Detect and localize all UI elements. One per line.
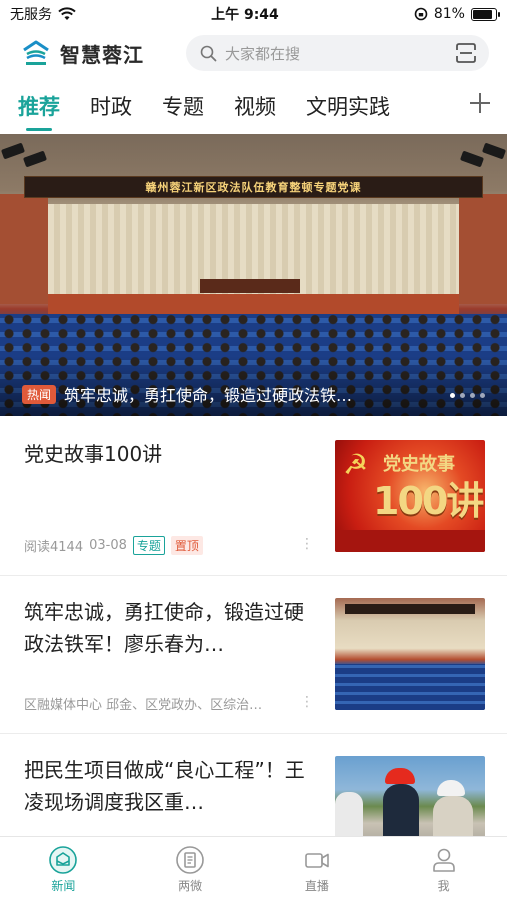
status-right: 81% bbox=[414, 6, 500, 22]
tab-video[interactable]: 视频 bbox=[234, 91, 276, 121]
nav-me[interactable]: 我 bbox=[380, 837, 507, 900]
battery-percent: 81% bbox=[433, 6, 465, 22]
article-date: 03-08 bbox=[89, 538, 127, 553]
orientation-lock-icon bbox=[414, 7, 428, 21]
search-bar[interactable]: 大家都在搜 bbox=[186, 35, 489, 71]
bottom-nav: 新闻 两微 直播 我 bbox=[0, 836, 507, 900]
more-dots-icon[interactable]: ⋮ bbox=[300, 536, 314, 552]
thumbnail-title: 100讲 bbox=[373, 479, 484, 523]
article-meta: 区融媒体中心 邱金、区党政办、区综治… bbox=[24, 694, 262, 713]
banner-hall-banner: 赣州蓉江新区政法队伍教育整顿专题党课 bbox=[24, 176, 483, 198]
news-icon bbox=[49, 846, 78, 874]
battery-icon bbox=[470, 7, 500, 21]
app-page: 无服务 上午 9:44 81% 智慧蓉江 大家都在搜 推荐 时政 专题 视频 文… bbox=[0, 0, 507, 900]
battery-fill bbox=[472, 9, 493, 19]
banner-wall-left bbox=[0, 194, 48, 304]
thumbnail-hardhat bbox=[385, 768, 415, 784]
list-item[interactable]: 党史故事100讲 阅读4144 03-08 专题 置顶 ⋮ ☭ 党史故事 100… bbox=[0, 418, 507, 576]
article-list: 党史故事100讲 阅读4144 03-08 专题 置顶 ⋮ ☭ 党史故事 100… bbox=[0, 418, 507, 892]
video-camera-icon bbox=[305, 853, 329, 868]
read-count: 阅读4144 bbox=[24, 540, 84, 555]
thumbnail-wall bbox=[335, 530, 485, 552]
tab-politics[interactable]: 时政 bbox=[90, 91, 132, 121]
nav-live[interactable]: 直播 bbox=[254, 837, 381, 900]
wifi-icon bbox=[58, 7, 76, 20]
plus-icon[interactable] bbox=[465, 88, 495, 118]
search-placeholder: 大家都在搜 bbox=[225, 44, 301, 63]
app-logo[interactable]: 智慧蓉江 bbox=[20, 37, 170, 69]
thumbnail-hardhat bbox=[437, 780, 465, 796]
logo-icon bbox=[23, 40, 49, 65]
list-item[interactable]: 筑牢忠诚，勇扛使命，锻造过硬政法铁军！廖乐春为… 区融媒体中心 邱金、区党政办、… bbox=[0, 576, 507, 734]
carrier-text: 无服务 bbox=[10, 7, 52, 23]
status-bar: 无服务 上午 9:44 81% bbox=[0, 0, 507, 28]
pinned-tag: 置顶 bbox=[170, 536, 203, 555]
hero-banner[interactable]: 赣州蓉江新区政法队伍教育整顿专题党课 热闻 筑牢忠诚，勇扛使命，锻造过硬政法铁… bbox=[0, 134, 507, 416]
hammer-sickle-icon: ☭ bbox=[343, 448, 369, 481]
nav-label: 直播 bbox=[304, 879, 329, 893]
channel-tabs: 推荐 时政 专题 视频 文明实践 bbox=[0, 78, 507, 134]
carousel-dot[interactable] bbox=[450, 393, 455, 398]
more-dots-icon[interactable]: ⋮ bbox=[300, 694, 314, 710]
carousel-dot[interactable] bbox=[480, 393, 485, 398]
person-icon bbox=[432, 848, 455, 872]
article-source: 区融媒体中心 邱金、区党政办、区综治… bbox=[24, 698, 263, 713]
nav-label: 我 bbox=[437, 879, 450, 893]
top-header: 智慧蓉江 大家都在搜 bbox=[0, 28, 507, 78]
banner-podium bbox=[200, 279, 300, 293]
banner-lights-left bbox=[0, 142, 60, 174]
status-time: 上午 9:44 bbox=[211, 7, 279, 23]
scan-icon[interactable] bbox=[455, 43, 477, 63]
article-title: 把民生项目做成“良心工程”！王凌现场调度我区重… bbox=[24, 758, 305, 814]
article-thumbnail: ☭ 党史故事 100讲 bbox=[335, 440, 485, 552]
banner-image-text: 赣州蓉江新区政法队伍教育整顿专题党课 bbox=[145, 181, 362, 194]
thumbnail-audience bbox=[335, 664, 485, 710]
banner-stage bbox=[48, 294, 459, 314]
article-meta: 阅读4144 03-08 专题 置顶 bbox=[24, 536, 203, 555]
nav-two-micro[interactable]: 两微 bbox=[127, 837, 254, 900]
topic-tag: 专题 bbox=[132, 536, 165, 555]
tab-recommend[interactable]: 推荐 bbox=[18, 91, 60, 131]
article-title: 筑牢忠诚，勇扛使命，锻造过硬政法铁军！廖乐春为… bbox=[24, 600, 304, 656]
article-thumbnail bbox=[335, 598, 485, 710]
two-micro-icon bbox=[176, 846, 204, 874]
thumbnail-hall-banner bbox=[345, 604, 475, 614]
banner-title: 筑牢忠诚，勇扛使命，锻造过硬政法铁… bbox=[64, 386, 353, 405]
search-icon bbox=[200, 45, 217, 61]
tab-special[interactable]: 专题 bbox=[162, 91, 204, 121]
app-name: 智慧蓉江 bbox=[60, 42, 144, 67]
banner-wall-right bbox=[459, 194, 507, 304]
carousel-dot[interactable] bbox=[460, 393, 465, 398]
hot-tag: 热闻 bbox=[22, 384, 57, 404]
carousel-dots bbox=[450, 393, 485, 398]
carousel-dot[interactable] bbox=[470, 393, 475, 398]
status-left: 无服务 bbox=[10, 4, 76, 24]
banner-lights-right bbox=[447, 142, 507, 174]
nav-label: 两微 bbox=[178, 879, 203, 893]
banner-caption: 热闻 筑牢忠诚，勇扛使命，锻造过硬政法铁… bbox=[22, 382, 447, 406]
nav-label: 新闻 bbox=[51, 879, 76, 893]
article-title: 党史故事100讲 bbox=[24, 442, 163, 466]
tab-civilization[interactable]: 文明实践 bbox=[306, 91, 390, 121]
nav-news[interactable]: 新闻 bbox=[0, 837, 127, 900]
